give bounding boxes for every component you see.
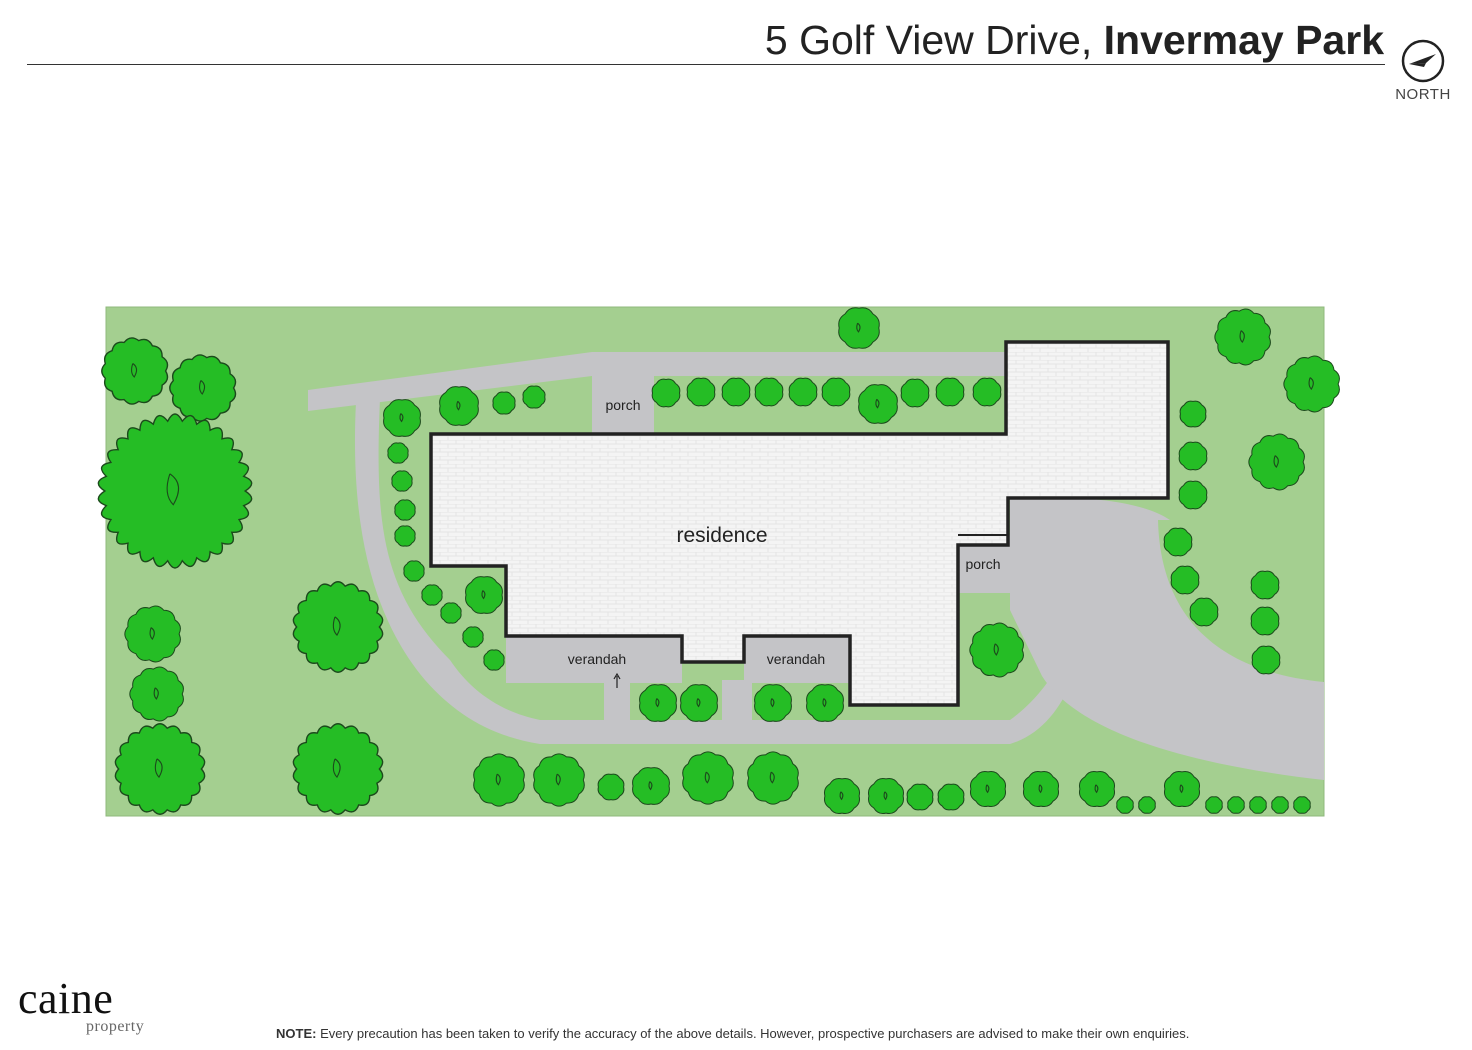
tree-icon [937,783,965,811]
tree-icon [1179,400,1207,428]
tree-icon [838,307,880,349]
tree-icon [1271,796,1289,814]
tree-icon [632,767,670,805]
tree-icon [483,649,505,671]
tree-icon [403,560,425,582]
tree-icon [1178,441,1208,471]
tree-icon [421,584,443,606]
tree-icon [868,778,904,814]
tree-icon [680,684,718,722]
tree-icon [1138,796,1156,814]
tree-icon [1205,796,1223,814]
tree-icon [821,377,851,407]
verandah-right-label: verandah [767,651,825,667]
logo-subtext: property [86,1018,145,1035]
tree-icon [754,377,784,407]
tree-icon [747,751,799,805]
note-label: NOTE: [276,1026,317,1041]
tree-icon [970,771,1006,807]
steps-right [722,680,752,722]
site-plan: residence porch porch verandah verandah [97,306,1340,817]
disclaimer-note: NOTE: Every precaution has been taken to… [276,1026,1189,1041]
tree-icon [1079,771,1115,807]
tree-icon [1227,796,1245,814]
tree-icon [1170,565,1200,595]
tree-icon [1189,597,1219,627]
tree-icon [651,378,681,408]
tree-icon [972,377,1002,407]
tree-icon [391,470,413,492]
tree-icon [473,753,525,807]
tree-icon [114,723,206,815]
tree-icon [682,751,734,805]
note-text: Every precaution has been taken to verif… [320,1026,1190,1041]
tree-icon [788,377,818,407]
tree-icon [721,377,751,407]
caine-logo: caine property [16,976,156,1046]
tree-icon [597,773,625,801]
tree-icon [387,442,409,464]
tree-icon [1178,480,1208,510]
tree-icon [806,684,844,722]
tree-icon [394,499,416,521]
tree-icon [462,626,484,648]
tree-icon [522,385,546,409]
tree-icon [1116,796,1134,814]
tree-icon [383,399,421,437]
tree-icon [824,778,860,814]
tree-icon [754,684,792,722]
tree-icon [900,378,930,408]
tree-icon [639,684,677,722]
tree-icon [394,525,416,547]
tree-icon [1293,796,1311,814]
logo-wordmark: caine [18,974,114,1023]
tree-icon [465,576,503,614]
tree-icon [439,386,479,426]
tree-icon [533,753,585,807]
residence-label: residence [676,524,767,547]
tree-icon [1250,606,1280,636]
tree-icon [492,391,516,415]
tree-icon [1250,570,1280,600]
porch-top-label: porch [605,397,640,413]
tree-icon [906,783,934,811]
tree-icon [1251,645,1281,675]
tree-icon [292,723,384,815]
tree-icon [292,581,384,673]
tree-icon [686,377,716,407]
porch-right-label: porch [965,556,1000,572]
tree-icon [1023,771,1059,807]
tree-icon [1163,527,1193,557]
verandah-left-label: verandah [568,651,626,667]
tree-icon [1164,771,1200,807]
tree-icon [1249,796,1267,814]
tree-icon [440,602,462,624]
tree-icon [935,377,965,407]
tree-icon [858,384,898,424]
